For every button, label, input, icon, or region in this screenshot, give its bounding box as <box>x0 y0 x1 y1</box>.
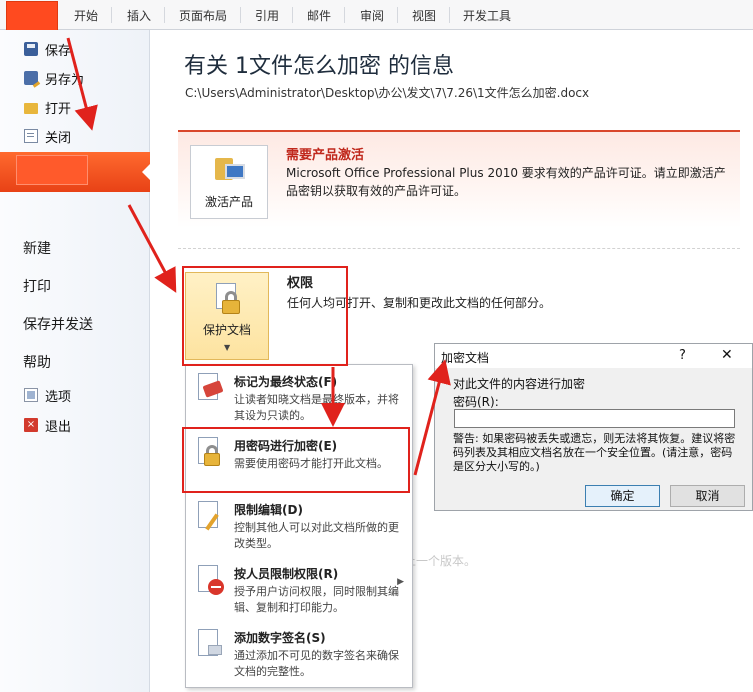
exit-icon: × <box>24 418 38 432</box>
help-icon[interactable]: ? <box>679 348 686 363</box>
menu-item-restrict-permission[interactable]: 按人员限制权限(R) 授予用户访问权限，同时限制其编辑、复制和打印能力。 ▶ <box>186 557 412 621</box>
nav-save-send[interactable]: 保存并发送 <box>23 314 93 334</box>
restrict-editing-icon <box>196 501 226 533</box>
ribbon-tab-bar: 开始 插入 页面布局 引用 邮件 审阅 视图 开发工具 <box>0 0 753 30</box>
tab-home[interactable]: 开始 <box>74 7 98 24</box>
password-label: 密码(R): <box>453 395 499 409</box>
section-divider <box>178 248 740 249</box>
activate-product-label: 激活产品 <box>204 195 253 209</box>
activate-product-icon <box>215 154 245 184</box>
nav-open[interactable]: 打开 <box>0 94 150 120</box>
menu-item-title: 按人员限制权限(R) <box>234 567 339 581</box>
selection-notch <box>142 164 150 180</box>
nav-save[interactable]: 保存 <box>0 36 150 62</box>
nav-new[interactable]: 新建 <box>23 238 51 258</box>
tab-separator <box>292 7 293 23</box>
nav-exit-label: 退出 <box>45 419 72 435</box>
activate-product-button[interactable]: 激活产品 <box>190 145 268 219</box>
cancel-button[interactable]: 取消 <box>670 485 745 507</box>
menu-item-mark-final[interactable]: 标记为最终状态(F) 让读者知晓文档是最终版本，并将其设为只读的。 <box>186 365 412 429</box>
nav-save-label: 保存 <box>45 43 72 59</box>
tab-separator <box>397 7 398 23</box>
tab-separator <box>344 7 345 23</box>
digital-signature-icon <box>196 629 226 661</box>
nav-help[interactable]: 帮助 <box>23 352 51 372</box>
menu-item-restrict-editing[interactable]: 限制编辑(D) 控制其他人可以对此文档所做的更改类型。 <box>186 493 412 557</box>
chevron-right-icon: ▶ <box>397 577 404 587</box>
tab-references[interactable]: 引用 <box>255 7 279 24</box>
options-icon <box>24 388 38 402</box>
page-title: 有关 1文件怎么加密 的信息 <box>184 54 454 79</box>
activation-heading: 需要产品激活 <box>286 148 365 163</box>
mark-final-icon <box>196 373 226 405</box>
tab-insert[interactable]: 插入 <box>127 7 151 24</box>
tab-mailings[interactable]: 邮件 <box>307 7 331 24</box>
password-field[interactable] <box>454 409 735 428</box>
annotation-box-encrypt <box>182 427 410 493</box>
menu-item-desc: 控制其他人可以对此文档所做的更改类型。 <box>234 521 399 550</box>
menu-item-desc: 让读者知晓文档是最终版本，并将其设为只读的。 <box>234 393 399 422</box>
nav-info-selected[interactable] <box>0 152 150 192</box>
nav-close-label: 关闭 <box>45 130 72 146</box>
redaction-block <box>16 155 88 185</box>
protect-document-menu: 标记为最终状态(F) 让读者知晓文档是最终版本，并将其设为只读的。 用密码进行加… <box>185 364 413 688</box>
dialog-title: 加密文档 <box>441 351 490 365</box>
tab-developer[interactable]: 开发工具 <box>463 7 511 24</box>
tab-review[interactable]: 审阅 <box>360 7 384 24</box>
tab-separator <box>449 7 450 23</box>
nav-open-label: 打开 <box>45 101 72 117</box>
document-path: C:\Users\Administrator\Desktop\办公\发文\7\7… <box>185 86 590 100</box>
ok-button[interactable]: 确定 <box>585 485 660 507</box>
menu-item-title: 添加数字签名(S) <box>234 631 326 645</box>
menu-item-desc: 授予用户访问权限，同时限制其编辑、复制和打印能力。 <box>234 585 399 614</box>
close-doc-icon <box>24 129 38 143</box>
restrict-permission-icon <box>196 565 226 597</box>
nav-close[interactable]: 关闭 <box>0 123 150 149</box>
nav-options-label: 选项 <box>45 389 72 405</box>
dialog-titlebar: 加密文档 ? ✕ <box>435 344 752 368</box>
nav-print[interactable]: 打印 <box>23 276 51 296</box>
dialog-prompt: 对此文件的内容进行加密 <box>453 377 586 391</box>
save-as-icon <box>24 71 38 85</box>
tab-separator <box>111 7 112 23</box>
file-tab[interactable] <box>6 1 58 30</box>
tab-separator <box>164 7 165 23</box>
tab-separator <box>240 7 241 23</box>
save-icon <box>24 42 38 56</box>
nav-options[interactable]: 选项 <box>0 382 150 408</box>
close-icon[interactable]: ✕ <box>721 347 733 363</box>
menu-item-title: 标记为最终状态(F) <box>234 375 338 389</box>
password-warning: 警告: 如果密码被丢失或遗忘，则无法将其恢复。建议将密码列表及其相应文档名放在一… <box>453 432 736 473</box>
open-folder-icon <box>24 102 38 114</box>
menu-item-desc: 通过添加不可见的数字签名来确保文档的完整性。 <box>234 649 399 678</box>
nav-save-as[interactable]: 另存为 <box>0 65 150 91</box>
encrypt-document-dialog: 加密文档 ? ✕ 对此文件的内容进行加密 密码(R): 警告: 如果密码被丢失或… <box>434 343 753 511</box>
nav-save-as-label: 另存为 <box>45 72 85 88</box>
tab-view[interactable]: 视图 <box>412 7 436 24</box>
activation-description: Microsoft Office Professional Plus 2010 … <box>286 166 726 198</box>
tab-page-layout[interactable]: 页面布局 <box>179 7 227 24</box>
nav-exit[interactable]: × 退出 <box>0 412 150 438</box>
menu-item-title: 限制编辑(D) <box>234 503 303 517</box>
backstage-nav: 保存 另存为 打开 关闭 新建 打印 保存并发送 帮助 选项 × 退出 <box>0 30 150 692</box>
menu-item-digital-signature[interactable]: 添加数字签名(S) 通过添加不可见的数字签名来确保文档的完整性。 <box>186 621 412 685</box>
annotation-box-protect <box>182 266 348 366</box>
